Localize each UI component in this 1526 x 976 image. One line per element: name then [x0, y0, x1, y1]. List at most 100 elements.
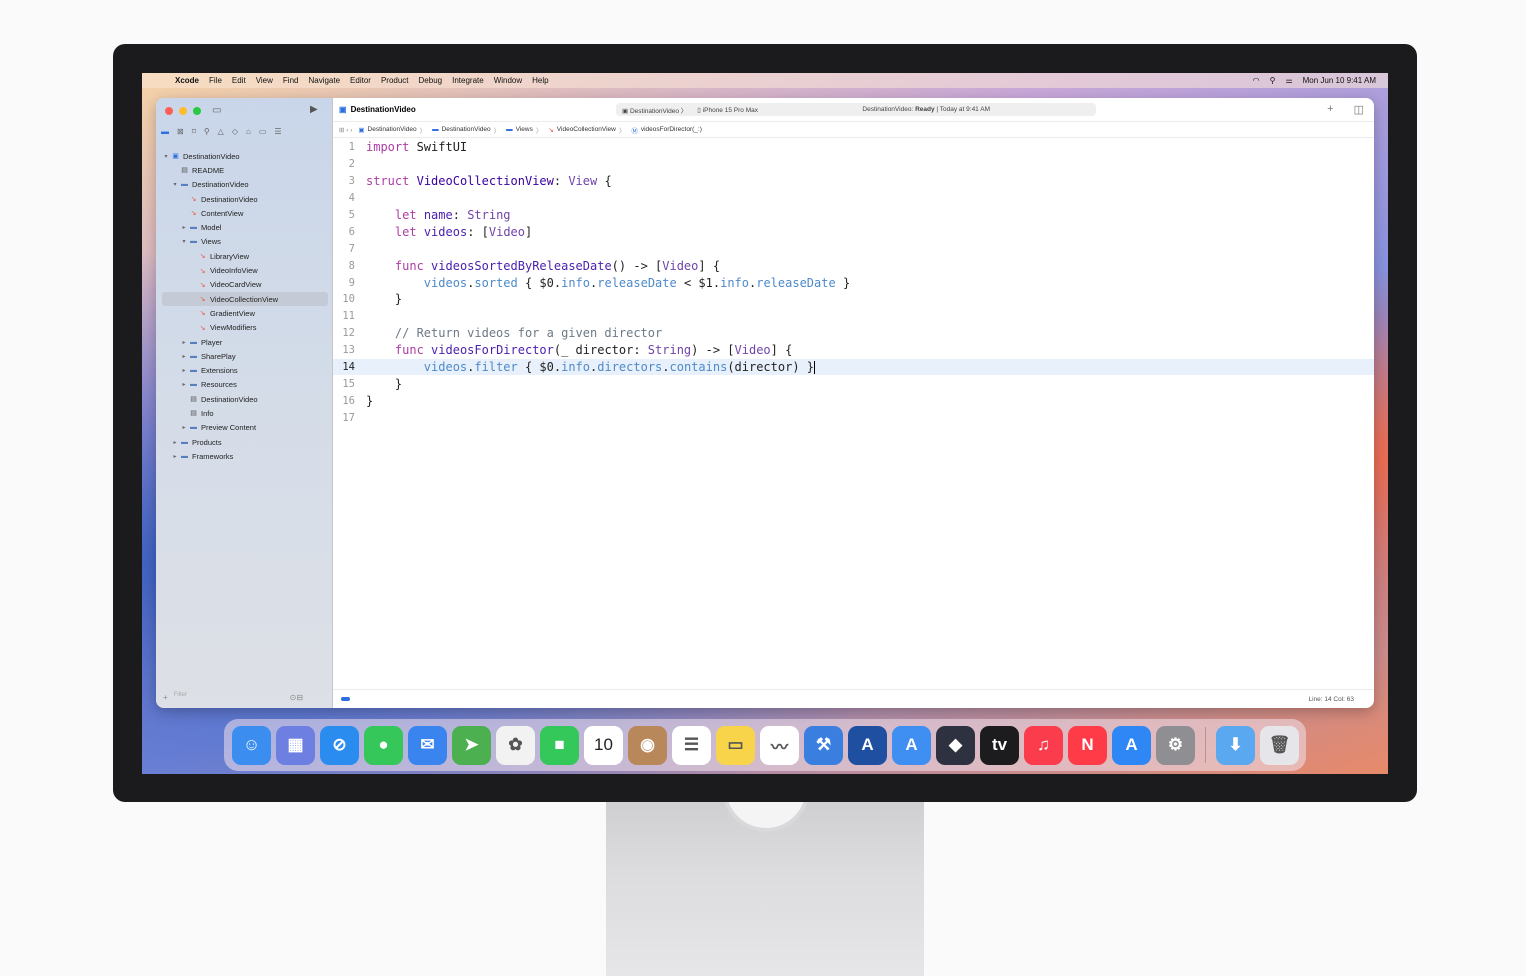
apple-tv-icon[interactable]: tv: [980, 725, 1019, 765]
disclosure-chevron-icon[interactable]: ▾: [180, 238, 188, 245]
tree-item[interactable]: ↘ ContentView: [162, 206, 328, 220]
scheme-selector[interactable]: ▣ DestinationVideo 〉: [622, 105, 687, 115]
breadcrumb-item[interactable]: ⓂvideosForDirector(_:): [631, 125, 702, 135]
code-line[interactable]: 11: [333, 308, 1374, 325]
menu-file[interactable]: File: [209, 76, 222, 85]
disclosure-chevron-icon[interactable]: ▸: [171, 439, 179, 446]
launchpad-icon[interactable]: ▦: [276, 725, 315, 765]
menu-editor[interactable]: Editor: [350, 76, 371, 85]
tree-item[interactable]: ↘ DestinationVideo: [162, 192, 328, 206]
tree-item[interactable]: ↘ VideoCollectionView: [162, 291, 328, 307]
photos-icon[interactable]: ✿: [496, 725, 535, 765]
menu-find[interactable]: Find: [283, 76, 299, 85]
filter-input[interactable]: Filter: [174, 692, 284, 703]
messages-icon[interactable]: ●: [364, 725, 403, 765]
control-center-icon[interactable]: ⚌: [1285, 76, 1292, 85]
tree-item[interactable]: ▸ ▬ Frameworks: [162, 449, 328, 463]
find-icon[interactable]: ⚲: [204, 127, 210, 136]
tree-item[interactable]: ▾ ▣ DestinationVideo: [162, 149, 328, 163]
spotlight-icon[interactable]: ⚲: [1270, 76, 1276, 85]
reminders-icon[interactable]: ☰: [672, 725, 711, 765]
calendar-icon[interactable]: 10: [584, 725, 623, 765]
tree-item[interactable]: ▸ ▬ Preview Content: [162, 421, 328, 435]
clock[interactable]: Mon Jun 10 9:41 AM: [1303, 76, 1376, 85]
tree-item[interactable]: ▸ ▬ Extensions: [162, 363, 328, 377]
tree-item[interactable]: ↘ VideoCardView: [162, 278, 328, 292]
breadcrumb-item[interactable]: ↘ VideoCollectionView 〉: [548, 125, 625, 135]
code-line[interactable]: 2: [333, 156, 1374, 173]
reality-composer-icon[interactable]: ◆: [936, 725, 975, 765]
notes-icon[interactable]: ▭: [716, 725, 755, 765]
bookmark-icon[interactable]: ⌑: [192, 127, 196, 136]
code-line[interactable]: 8 func videosSortedByReleaseDate() -> [V…: [333, 257, 1374, 274]
simulator-icon[interactable]: A: [892, 725, 931, 765]
close-button[interactable]: [165, 107, 173, 115]
tree-item[interactable]: ▸ ▬ Player: [162, 335, 328, 349]
tree-item[interactable]: ▸ ▬ SharePlay: [162, 349, 328, 363]
breadcrumb-item[interactable]: ▣ DestinationVideo 〉: [358, 125, 426, 135]
add-icon[interactable]: +: [1327, 103, 1333, 116]
code-line[interactable]: 14 videos.filter { $0.info.directors.con…: [333, 358, 1374, 376]
code-line[interactable]: 3 struct VideoCollectionView: View {: [333, 173, 1374, 190]
tree-item[interactable]: ↘ ViewModifiers: [162, 321, 328, 335]
sidebar-toggle-icon[interactable]: ▭: [212, 105, 221, 116]
music-icon[interactable]: ♫: [1024, 725, 1063, 765]
instruments-icon[interactable]: A: [848, 725, 887, 765]
filter-options-icon[interactable]: ⊙⊟: [290, 693, 303, 702]
xcode-icon[interactable]: ⚒: [804, 725, 843, 765]
tree-item[interactable]: ▸ ▬ Model: [162, 220, 328, 234]
disclosure-chevron-icon[interactable]: ▸: [180, 339, 188, 346]
disclosure-chevron-icon[interactable]: ▸: [180, 424, 188, 431]
disclosure-chevron-icon[interactable]: ▸: [180, 367, 188, 374]
disclosure-chevron-icon[interactable]: ▸: [180, 224, 188, 231]
breadcrumb-item[interactable]: ▬ DestinationVideo 〉: [432, 125, 500, 135]
menu-view[interactable]: View: [256, 76, 273, 85]
code-editor[interactable]: 1 import SwiftUI 2 3 struct VideoCollectionV…: [333, 139, 1374, 689]
tree-item[interactable]: ▸ ▬ Resources: [162, 378, 328, 392]
tree-item[interactable]: ↘ LibraryView: [162, 249, 328, 263]
code-line[interactable]: 13 func videosForDirector(_ director: St…: [333, 342, 1374, 359]
source-control-icon[interactable]: ⊠: [177, 127, 184, 136]
folder-nav-icon[interactable]: ▬: [161, 127, 169, 136]
tree-item[interactable]: ↘ VideoInfoView: [162, 263, 328, 277]
disclosure-chevron-icon[interactable]: ▸: [180, 381, 188, 388]
disclosure-chevron-icon[interactable]: ▾: [162, 153, 170, 160]
breadcrumb-item[interactable]: ▬ Views 〉: [506, 125, 542, 135]
tree-item[interactable]: ▾ ▬ Views: [162, 235, 328, 249]
code-line[interactable]: 10 }: [333, 291, 1374, 308]
debug-icon[interactable]: ⌂: [246, 127, 251, 136]
tree-item[interactable]: ▤ README: [162, 163, 328, 177]
menu-product[interactable]: Product: [381, 76, 409, 85]
code-line[interactable]: 1 import SwiftUI: [333, 139, 1374, 156]
disclosure-chevron-icon[interactable]: ▸: [180, 353, 188, 360]
downloads-icon[interactable]: ⬇: [1216, 725, 1255, 765]
contacts-icon[interactable]: ◉: [628, 725, 667, 765]
code-line[interactable]: 7: [333, 240, 1374, 257]
add-icon[interactable]: +: [163, 693, 168, 702]
code-line[interactable]: 12 // Return videos for a given director: [333, 325, 1374, 342]
disclosure-chevron-icon[interactable]: ▸: [171, 453, 179, 460]
maps-icon[interactable]: ➤: [452, 725, 491, 765]
tree-item[interactable]: ▾ ▬ DestinationVideo: [162, 178, 328, 192]
wifi-icon[interactable]: ◠: [1253, 76, 1260, 85]
code-line[interactable]: 5 let name: String: [333, 207, 1374, 224]
issue-icon[interactable]: △: [218, 127, 224, 136]
menu-help[interactable]: Help: [532, 76, 548, 85]
menu-xcode[interactable]: Xcode: [175, 76, 199, 85]
test-icon[interactable]: ◇: [232, 127, 238, 136]
tree-item[interactable]: ▤ Info: [162, 406, 328, 420]
tree-item[interactable]: ▸ ▬ Products: [162, 435, 328, 449]
tree-item[interactable]: ↘ GradientView: [162, 306, 328, 320]
code-line[interactable]: 9 videos.sorted { $0.info.releaseDate < …: [333, 274, 1374, 291]
report-icon[interactable]: ☰: [274, 127, 281, 136]
inspector-toggle-icon[interactable]: ◫: [1354, 103, 1364, 116]
code-line[interactable]: 17: [333, 409, 1374, 426]
breakpoint-icon[interactable]: ▭: [259, 127, 267, 136]
minimize-button[interactable]: [179, 107, 187, 115]
code-line[interactable]: 4: [333, 190, 1374, 207]
zoom-button[interactable]: [193, 107, 201, 115]
menu-debug[interactable]: Debug: [419, 76, 443, 85]
menu-integrate[interactable]: Integrate: [452, 76, 484, 85]
tree-item[interactable]: ▤ DestinationVideo: [162, 392, 328, 406]
finder-icon[interactable]: ☺: [232, 725, 271, 765]
